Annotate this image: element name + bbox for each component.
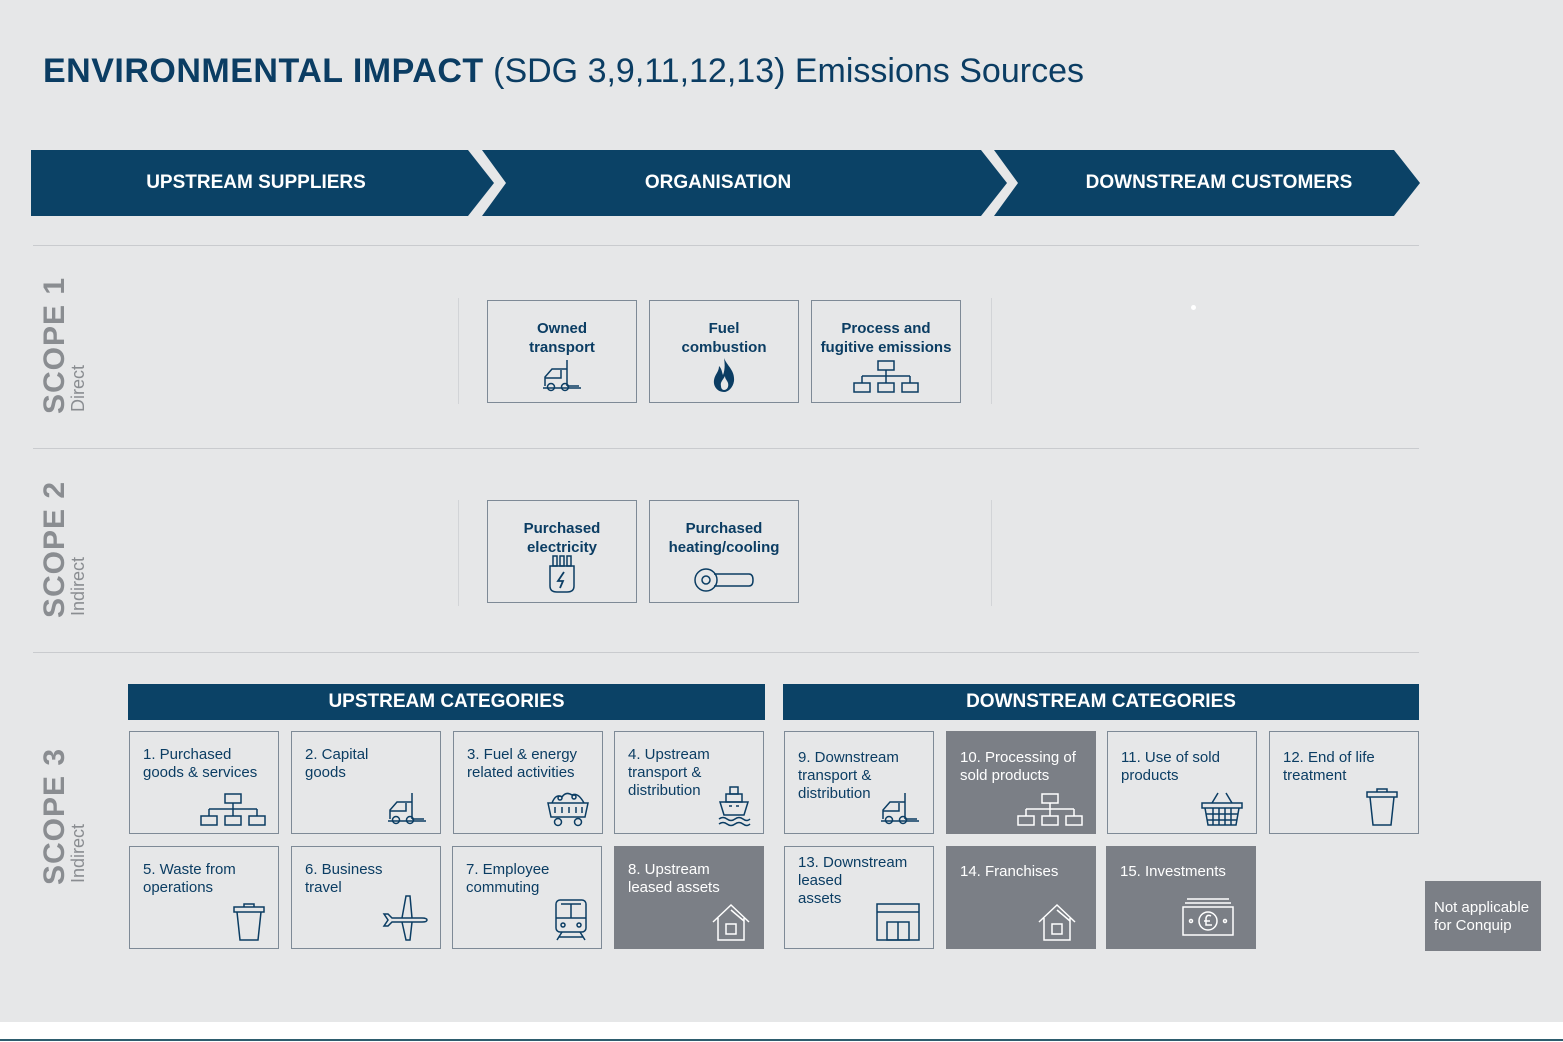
bin-icon bbox=[233, 903, 265, 941]
plug-icon bbox=[549, 555, 575, 593]
category-8: 8. Upstream leased assets bbox=[614, 846, 764, 949]
category-7: 7. Employee commuting bbox=[452, 846, 602, 949]
category-label: 3. Fuel & energy related activities bbox=[467, 746, 578, 781]
scope1-owned-transport: Owned transport bbox=[487, 300, 637, 403]
heating-pipe-icon bbox=[694, 568, 754, 592]
scope-sub: Indirect bbox=[68, 556, 88, 616]
stage-label: UPSTREAM SUPPLIERS bbox=[146, 172, 366, 193]
scope-name: SCOPE 2 bbox=[38, 480, 71, 618]
legend-not-applicable: Not applicable for Conquip bbox=[1425, 881, 1541, 951]
category-label: 7. Employee commuting bbox=[466, 861, 550, 896]
category-label: 6. Business travel bbox=[305, 861, 383, 896]
stage-downstream-customers: DOWNSTREAM CUSTOMERS bbox=[994, 150, 1420, 216]
category-label: 1. Purchased goods & services bbox=[143, 746, 258, 781]
category-9: 9. Downstream transport & distribution bbox=[784, 731, 934, 834]
column-divider bbox=[991, 298, 992, 404]
category-label: 11. Use of sold products bbox=[1121, 749, 1220, 784]
hierarchy-icon bbox=[200, 793, 266, 826]
scope2-purchased-electricity: Purchased electricity bbox=[487, 500, 637, 603]
category-11: 11. Use of sold products bbox=[1107, 731, 1257, 834]
category-6: 6. Business travel bbox=[291, 846, 441, 949]
box-label: Process and fugitive emissions bbox=[820, 320, 952, 356]
divider bbox=[33, 652, 1419, 653]
category-4: 4. Upstream transport & distribution bbox=[614, 731, 764, 834]
scope1-process-fugitive: Process and fugitive emissions bbox=[811, 300, 961, 403]
bottom-rule bbox=[0, 1039, 1563, 1041]
page-title: ENVIRONMENTAL IMPACT (SDG 3,9,11,12,13) … bbox=[43, 52, 1084, 91]
upstream-categories-header: UPSTREAM CATEGORIES bbox=[128, 684, 765, 720]
box-label: Fuel combustion bbox=[681, 320, 767, 356]
dot bbox=[1191, 305, 1196, 310]
category-label: 5. Waste from operations bbox=[143, 861, 236, 896]
mine-cart-icon bbox=[547, 792, 589, 827]
flame-icon bbox=[713, 358, 735, 392]
category-label: 8. Upstream leased assets bbox=[628, 861, 720, 896]
stage-organisation: ORGANISATION bbox=[482, 150, 1007, 216]
scope-name: SCOPE 1 bbox=[38, 276, 71, 414]
van-icon bbox=[881, 793, 919, 825]
van-icon bbox=[543, 360, 581, 392]
category-label: 13. Downstream leased assets bbox=[798, 854, 908, 907]
title-rest: (SDG 3,9,11,12,13) Emissions Sources bbox=[493, 52, 1084, 90]
divider bbox=[33, 448, 1419, 449]
storefront-icon bbox=[876, 903, 920, 941]
plane-icon bbox=[382, 895, 428, 941]
stage-upstream-suppliers: UPSTREAM SUPPLIERS bbox=[31, 150, 494, 216]
category-label: 2. Capital goods bbox=[305, 746, 369, 781]
scope-name: SCOPE 3 bbox=[38, 747, 71, 885]
stage-label: DOWNSTREAM CUSTOMERS bbox=[1085, 172, 1353, 193]
box-label: Purchased electricity bbox=[523, 520, 601, 556]
bin-icon bbox=[1366, 788, 1398, 826]
column-divider bbox=[458, 298, 459, 404]
category-label: 10. Processing of sold products bbox=[960, 749, 1076, 784]
scope-sub: Direct bbox=[68, 364, 88, 412]
hierarchy-icon bbox=[853, 360, 919, 393]
box-label: Owned transport bbox=[529, 320, 595, 356]
category-2: 2. Capital goods bbox=[291, 731, 441, 834]
van-icon bbox=[388, 793, 426, 825]
category-14: 14. Franchises bbox=[946, 846, 1096, 949]
stage-label: ORGANISATION bbox=[644, 172, 792, 193]
scope1-fuel-combustion: Fuel combustion bbox=[649, 300, 799, 403]
ship-icon bbox=[718, 786, 751, 827]
category-10: 10. Processing of sold products bbox=[946, 731, 1096, 834]
box-label: Purchased heating/cooling bbox=[668, 520, 780, 556]
hierarchy-icon bbox=[1017, 793, 1083, 826]
downstream-categories-header: DOWNSTREAM CATEGORIES bbox=[783, 684, 1419, 720]
category-label: 14. Franchises bbox=[960, 863, 1059, 880]
scope-3-label: SCOPE 3 Indirect bbox=[38, 748, 89, 885]
divider bbox=[33, 245, 1419, 246]
category-label: 12. End of life treatment bbox=[1283, 749, 1375, 784]
scope2-purchased-heating-cooling: Purchased heating/cooling bbox=[649, 500, 799, 603]
category-12: 12. End of life treatment bbox=[1269, 731, 1419, 834]
banknote-icon bbox=[1182, 898, 1234, 936]
scope-1-label: SCOPE 1 Direct bbox=[38, 277, 89, 414]
category-1: 1. Purchased goods & services bbox=[129, 731, 279, 834]
house-icon bbox=[712, 903, 750, 941]
category-label: 15. Investments bbox=[1120, 863, 1226, 880]
train-icon bbox=[555, 899, 587, 941]
category-5: 5. Waste from operations bbox=[129, 846, 279, 949]
scope-2-label: SCOPE 2 Indirect bbox=[38, 481, 89, 618]
column-divider bbox=[991, 500, 992, 606]
category-13: 13. Downstream leased assets bbox=[784, 846, 934, 949]
basket-icon bbox=[1201, 792, 1243, 826]
column-divider bbox=[458, 500, 459, 606]
title-bold: ENVIRONMENTAL IMPACT bbox=[43, 52, 484, 90]
category-15: 15. Investments bbox=[1106, 846, 1256, 949]
category-3: 3. Fuel & energy related activities bbox=[453, 731, 603, 834]
house-icon bbox=[1038, 903, 1076, 941]
scope-sub: Indirect bbox=[68, 823, 88, 883]
